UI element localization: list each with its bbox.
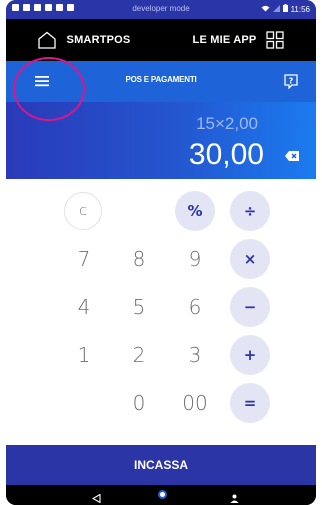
incassa-button[interactable]: INCASSA xyxy=(6,445,316,485)
nav-home-icon[interactable] xyxy=(158,490,167,499)
digit-1-button[interactable]: 1 xyxy=(64,335,104,375)
equals-button[interactable]: = xyxy=(230,383,270,423)
digit-2-button[interactable]: 2 xyxy=(119,335,159,375)
percent-button[interactable]: % xyxy=(175,191,215,231)
status-icons-right: 11:56 xyxy=(261,4,310,14)
clear-button[interactable]: C xyxy=(64,192,102,230)
digit-0-button[interactable]: 0 xyxy=(119,383,159,423)
multiply-button[interactable]: × xyxy=(230,239,270,279)
minus-button[interactable]: − xyxy=(230,287,270,327)
digit-7-button[interactable]: 7 xyxy=(64,239,104,279)
smartpos-label: SMARTPOS xyxy=(66,34,131,46)
nav-back-icon[interactable] xyxy=(91,490,101,505)
smartpos-tab[interactable]: SMARTPOS xyxy=(6,19,161,61)
backspace-icon[interactable] xyxy=(284,149,300,161)
digit-4-button[interactable]: 4 xyxy=(64,287,104,327)
clock-text: 11:56 xyxy=(290,4,310,14)
digit-9-button[interactable]: 9 xyxy=(175,239,215,279)
digit-5-button[interactable]: 5 xyxy=(119,287,159,327)
nav-user-icon[interactable] xyxy=(230,490,239,505)
android-nav-bar xyxy=(6,485,316,505)
home-icon xyxy=(37,31,57,49)
my-apps-tab[interactable]: LE MIE APP xyxy=(161,19,316,61)
top-bar: SMARTPOS LE MIE APP xyxy=(6,19,316,61)
digit-8-button[interactable]: 8 xyxy=(119,239,159,279)
device-frame: developer mode 11:56 SMARTPOS LE MIE APP xyxy=(6,0,316,505)
svg-text:?: ? xyxy=(289,77,294,86)
help-icon[interactable]: ? xyxy=(283,73,299,90)
keypad: C % ÷ 7 8 9 × 4 5 6 − 1 2 3 + 0 00 = xyxy=(6,179,316,445)
plus-button[interactable]: + xyxy=(230,335,270,375)
wifi-icon xyxy=(261,5,270,14)
signal-icon xyxy=(272,4,280,14)
status-bar: developer mode 11:56 xyxy=(6,0,316,19)
apps-grid-icon xyxy=(266,31,285,49)
menu-highlight-circle xyxy=(13,57,85,121)
my-apps-label: LE MIE APP xyxy=(192,34,257,46)
battery-icon xyxy=(282,4,288,14)
result-amount: 30,00 xyxy=(188,138,264,171)
divide-button[interactable]: ÷ xyxy=(230,191,270,231)
digit-6-button[interactable]: 6 xyxy=(175,287,215,327)
expression-text: 15×2,00 xyxy=(196,114,258,133)
digit-3-button[interactable]: 3 xyxy=(175,335,215,375)
double-zero-button[interactable]: 00 xyxy=(175,383,215,423)
